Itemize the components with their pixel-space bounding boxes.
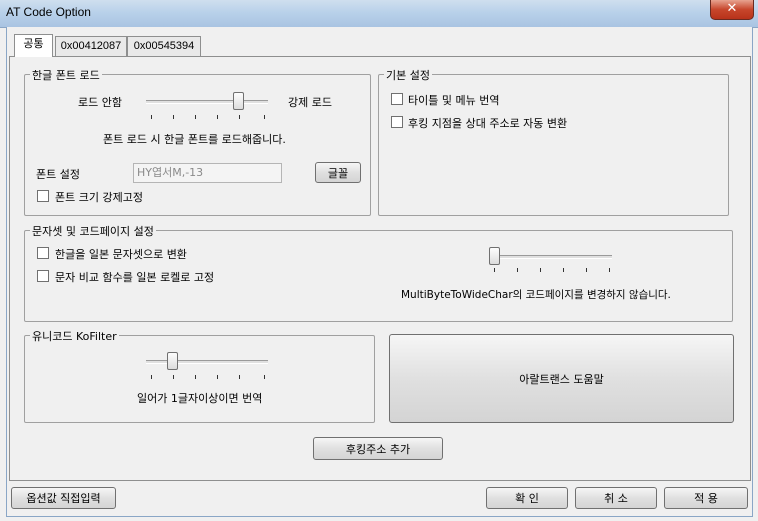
unicode-group-title: 유니코드 KoFilter xyxy=(30,328,119,344)
slider-tick xyxy=(173,375,174,379)
relative-hook-address-label: 후킹 지점을 상대 주소로 자동 변환 xyxy=(408,117,568,130)
title-bar xyxy=(0,0,758,28)
add-hook-address-button[interactable]: 후킹주소 추가 xyxy=(313,437,443,460)
direct-option-input-button[interactable]: 옵션값 직접입력 xyxy=(11,487,116,509)
window-title: AT Code Option xyxy=(6,5,91,19)
font-setting-field[interactable]: HY엽서M,-13 xyxy=(133,163,282,183)
unicode-group xyxy=(24,335,375,423)
translate-title-menu-checkbox[interactable] xyxy=(391,93,403,105)
font-button[interactable]: 글꼴 xyxy=(315,162,361,183)
tab-label: 0x00412087 xyxy=(60,40,122,52)
cancel-button[interactable]: 취 소 xyxy=(575,487,657,509)
no-load-label: 로드 안함 xyxy=(78,96,122,109)
slider-tick xyxy=(264,375,265,379)
slider-tick xyxy=(540,268,541,272)
cancel-button-label: 취 소 xyxy=(604,492,628,505)
slider-tick xyxy=(264,115,265,119)
ok-button-label: 확 인 xyxy=(515,492,539,505)
apply-button-label: 적 용 xyxy=(694,492,718,505)
slider-tick xyxy=(217,115,218,119)
fix-font-size-checkbox[interactable] xyxy=(37,190,49,202)
japanese-locale-checkbox[interactable] xyxy=(37,270,49,282)
font-load-description: 폰트 로드 시 한글 폰트를 로드해줍니다. xyxy=(103,133,286,146)
close-button[interactable]: ✕ xyxy=(710,0,754,20)
kofilter-slider-thumb[interactable] xyxy=(167,352,178,370)
slider-tick xyxy=(151,115,152,119)
codepage-description: MultiByteToWideChar의 코드페이지를 변경하지 않습니다. xyxy=(401,289,671,301)
tab-label: 0x00545394 xyxy=(133,40,195,52)
slider-tick xyxy=(239,115,240,119)
basic-settings-title: 기본 설정 xyxy=(384,67,432,83)
slider-tick xyxy=(195,115,196,119)
fix-font-size-label: 폰트 크기 강제고정 xyxy=(55,191,143,204)
font-load-group-title: 한글 폰트 로드 xyxy=(30,67,102,83)
kofilter-slider[interactable] xyxy=(146,360,268,364)
add-hook-address-label: 후킹주소 추가 xyxy=(345,442,411,456)
codepage-slider[interactable] xyxy=(492,255,612,259)
slider-tick xyxy=(151,375,152,379)
ok-button[interactable]: 확 인 xyxy=(486,487,568,509)
kofilter-description: 일어가 1글자이상이면 번역 xyxy=(137,392,263,405)
font-setting-label: 폰트 설정 xyxy=(36,168,80,181)
relative-hook-address-checkbox[interactable] xyxy=(391,116,403,128)
font-load-slider[interactable] xyxy=(146,100,268,104)
tab-0x00545394[interactable]: 0x00545394 xyxy=(127,36,201,56)
tab-common[interactable]: 공통 xyxy=(14,34,53,57)
slider-tick xyxy=(195,375,196,379)
font-load-slider-thumb[interactable] xyxy=(233,92,244,110)
tab-label: 공통 xyxy=(23,38,44,50)
codepage-slider-thumb[interactable] xyxy=(489,247,500,265)
slider-tick xyxy=(563,268,564,272)
translate-title-menu-label: 타이틀 및 메뉴 번역 xyxy=(408,94,500,107)
japanese-charset-checkbox[interactable] xyxy=(37,247,49,259)
apply-button[interactable]: 적 용 xyxy=(664,487,748,509)
close-icon: ✕ xyxy=(726,1,738,16)
force-load-label: 강제 로드 xyxy=(288,96,332,109)
charset-group-title: 문자셋 및 코드페이지 설정 xyxy=(30,223,156,239)
japanese-locale-label: 문자 비교 함수를 일본 로켈로 고정 xyxy=(55,271,215,284)
slider-tick xyxy=(173,115,174,119)
arartrans-help-button[interactable]: 아랄트랜스 도움말 xyxy=(389,334,734,423)
slider-tick xyxy=(609,268,610,272)
slider-tick xyxy=(517,268,518,272)
slider-tick xyxy=(217,375,218,379)
slider-tick xyxy=(586,268,587,272)
japanese-charset-label: 한글을 일본 문자셋으로 변환 xyxy=(55,248,187,261)
slider-tick xyxy=(239,375,240,379)
tab-0x00412087[interactable]: 0x00412087 xyxy=(55,36,127,56)
font-button-label: 글꼴 xyxy=(327,166,349,180)
help-button-label: 아랄트랜스 도움말 xyxy=(519,372,604,386)
direct-option-input-label: 옵션값 직접입력 xyxy=(26,492,101,505)
slider-tick xyxy=(494,268,495,272)
